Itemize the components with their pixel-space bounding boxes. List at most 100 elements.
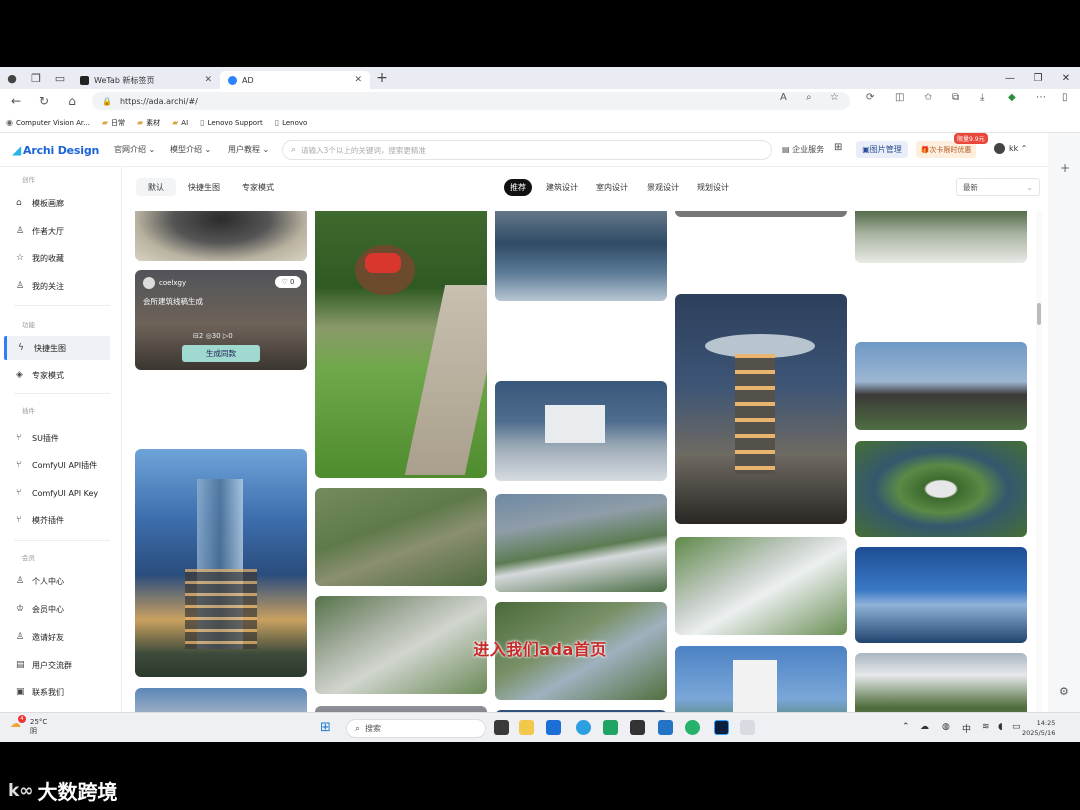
gallery-image[interactable] [495,211,667,301]
edge-icon[interactable] [576,720,591,735]
minimize-icon[interactable]: — [996,67,1024,89]
app-icon[interactable] [685,720,700,735]
home-icon[interactable]: ⌂ [58,94,86,108]
file-explorer-icon[interactable] [519,720,534,735]
gallery-image[interactable] [135,211,307,261]
category-landscape[interactable]: 景观设计 [641,179,685,196]
favorite-star-icon[interactable]: ☆ [830,92,839,103]
mode-quick[interactable]: 快捷生图 [182,178,226,196]
gallery-image[interactable] [675,294,847,524]
like-button[interactable]: ♡ 0 [275,276,301,288]
taskbar-search[interactable]: ⌕ 搜索 [346,719,486,738]
sidebar-toggle-icon[interactable]: ▯ [1062,92,1068,103]
volume-icon[interactable]: ◖ [998,722,1003,732]
sidebar-item-su-plugin[interactable]: ⑂ SU插件 [0,426,122,450]
sort-select[interactable]: 最新 ⌄ [956,178,1040,196]
sidebar-item-following[interactable]: ♙ 我的关注 [0,274,122,298]
gallery-image[interactable] [855,653,1027,712]
category-planning[interactable]: 规划设计 [691,179,735,196]
gallery-image[interactable] [495,381,667,481]
bookmark-lenovo-support[interactable]: ▯ Lenovo Support [200,118,263,127]
sidebar-item-quick-gen[interactable]: ϟ 快捷生图 [4,336,110,360]
restore-icon[interactable]: ❐ [1024,67,1052,89]
gallery-image[interactable] [675,537,847,635]
window-close-icon[interactable]: ✕ [1052,67,1080,89]
bookmark-lenovo[interactable]: ▯ Lenovo [275,118,308,127]
sidebar-item-expert[interactable]: ◈ 专家模式 [0,363,122,387]
read-aloud-icon[interactable]: A [780,92,787,103]
avatar[interactable] [994,143,1005,154]
bookmark-materials[interactable]: ▰ 素材 [137,118,160,128]
mode-expert[interactable]: 专家模式 [236,178,280,196]
close-icon[interactable]: ✕ [354,75,362,85]
category-interior[interactable]: 室内设计 [590,179,634,196]
gallery-image[interactable] [855,211,1027,263]
sidebar-item-contact[interactable]: ▣ 联系我们 [0,680,122,704]
app-icon[interactable] [658,720,673,735]
hovered-template-card[interactable]: coelxgy ♡ 0 会所建筑线稿生成 ⊟2 ◎30 ▷0 生成同款 [135,270,307,370]
image-manager-button[interactable]: ▣ 图片管理 [856,141,908,158]
wifi-icon[interactable]: ≋ [982,722,990,732]
site-logo[interactable]: ◢ Archi Design [12,143,99,157]
collections-icon[interactable]: ⧉ [952,92,959,103]
task-view-icon[interactable] [494,720,509,735]
gallery-image[interactable] [315,488,487,586]
sidebar-item-favorites[interactable]: ☆ 我的收藏 [0,246,122,270]
system-clock[interactable]: 14:25 2025/5/16 [1022,718,1055,738]
extension-badge-icon[interactable]: ◆ [1008,92,1016,103]
grid-icon[interactable]: ⊞ [834,142,842,153]
search-input[interactable]: ⌕ 请输入3个以上的关键词，搜索更精准 [282,140,772,160]
sidebar-item-authors[interactable]: ♙ 作者大厅 [0,219,122,243]
split-screen-icon[interactable]: ◫ [895,92,904,103]
tray-chevron-icon[interactable]: ⌃ [902,722,910,732]
zoom-icon[interactable]: ⌕ [806,92,812,103]
sidebar-item-comfy-plugin[interactable]: ⑂ ComfyUI API插件 [0,453,122,477]
bookmark-ai[interactable]: ▰ AI [172,118,188,127]
back-icon[interactable]: ← [2,94,30,108]
app-icon[interactable] [740,720,755,735]
category-recommended[interactable]: 推荐 [504,179,532,196]
ime-indicator[interactable]: 中 [962,722,971,735]
scrollbar-thumb[interactable] [1037,303,1041,325]
tray-app-icon[interactable]: ◍ [942,722,950,732]
nav-models[interactable]: 模型介绍 ⌄ [170,144,211,155]
new-tab-icon[interactable]: + [370,67,394,89]
battery-icon[interactable]: ▭ [1012,722,1021,732]
url-field[interactable]: 🔒 https://ada.archi/#/ [92,92,850,110]
bookmark-daily[interactable]: ▰ 日常 [102,118,125,128]
sidebar-item-membership[interactable]: ♔ 会员中心 [0,597,122,621]
nav-official[interactable]: 官网介绍 ⌄ [114,144,155,155]
sidebar-item-profile[interactable]: ♙ 个人中心 [0,569,122,593]
tab-wetab[interactable]: WeTab 新标签页 ✕ [72,71,220,89]
extension-icon[interactable]: ⟳ [866,92,874,103]
app-icon[interactable] [546,720,561,735]
gallery-image[interactable] [495,494,667,592]
collections-icon[interactable]: ❐ [24,67,48,89]
gallery-image[interactable] [855,441,1027,537]
sidebar-item-mojie[interactable]: ⑂ 模芥插件 [0,508,122,532]
generate-same-button[interactable]: 生成同款 [182,345,260,362]
bookmark-computer-vision[interactable]: ◉ Computer Vision Ar... [6,118,90,127]
photoshop-icon[interactable] [714,720,729,735]
gallery-image[interactable] [855,547,1027,643]
category-architecture[interactable]: 建筑设计 [540,179,584,196]
gallery-image[interactable] [675,211,847,217]
nav-tutorial[interactable]: 用户教程 ⌄ [228,144,269,155]
download-icon[interactable]: ⤓ [980,92,984,103]
cloud-icon[interactable]: ☁ [920,722,929,732]
mode-default[interactable]: 默认 [136,178,176,196]
user-menu[interactable]: kk ⌃ [1009,144,1028,153]
settings-gear-icon[interactable]: ⚙ [1059,685,1069,698]
enterprise-service[interactable]: ▤ 企业服务 [782,144,824,155]
tab-actions-icon[interactable]: ▭ [48,67,72,89]
sidebar-item-gallery[interactable]: ⌂ 模板画廊 [0,191,122,215]
profile-icon[interactable]: ● [0,67,24,89]
windows-start-icon[interactable]: ⊞ [320,720,331,735]
tab-ad[interactable]: AD ✕ [220,71,370,89]
close-icon[interactable]: ✕ [204,75,212,85]
refresh-icon[interactable]: ↻ [30,94,58,108]
gallery-image[interactable] [855,342,1027,430]
wechat-icon[interactable] [603,720,618,735]
gallery-image[interactable] [315,211,487,478]
add-panel-icon[interactable]: + [1060,161,1070,175]
